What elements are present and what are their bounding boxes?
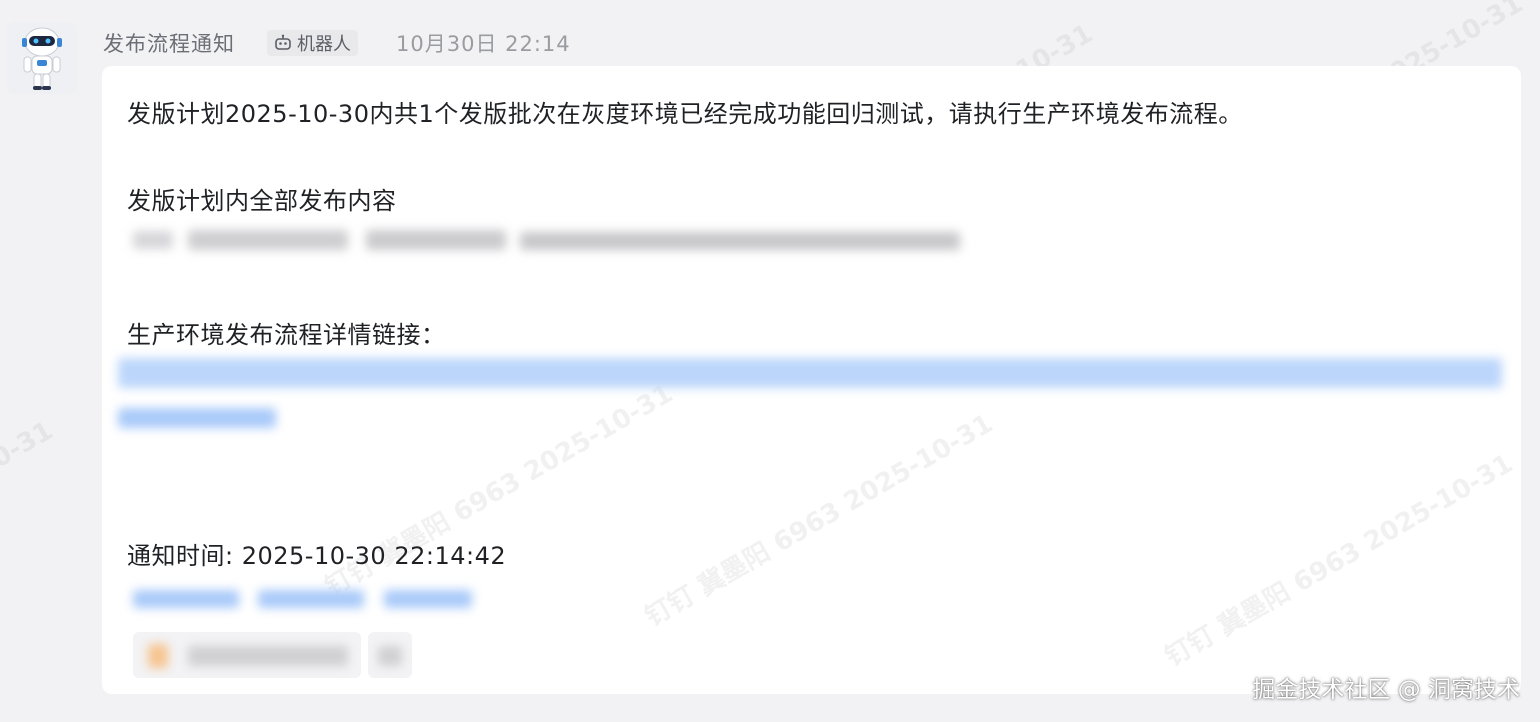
chat-window: 钉钉 冀墨阳 6963 2025-10-31 钉钉 冀墨阳 6963 2025-… [0, 0, 1540, 722]
redacted-content [366, 230, 506, 250]
source-credit: 掘金技术社区 @ 洞窝技术 [1252, 677, 1520, 703]
redacted-content [520, 232, 960, 250]
reaction-chip[interactable] [133, 632, 361, 678]
robot-avatar-icon [7, 22, 77, 94]
reaction-emoji [148, 644, 168, 668]
redacted-mention[interactable] [133, 590, 239, 608]
sender-name[interactable]: 发布流程通知 [103, 28, 235, 58]
robot-badge-label: 机器人 [297, 34, 351, 55]
redacted-reaction [378, 646, 402, 666]
redacted-link[interactable] [118, 358, 1502, 388]
redacted-mention[interactable] [384, 590, 472, 608]
robot-icon [275, 34, 291, 50]
robot-badge: 机器人 [267, 30, 358, 56]
release-content-heading: 发版计划内全部发布内容 [127, 187, 397, 215]
redacted-content [188, 230, 348, 250]
avatar[interactable] [7, 22, 77, 94]
watermark: 0-31 [0, 415, 59, 475]
redacted-content [133, 231, 173, 249]
release-link-heading: 生产环境发布流程详情链接： [127, 321, 446, 349]
notify-time: 通知时间: 2025-10-30 22:14:42 [127, 542, 507, 570]
redacted-link[interactable] [118, 408, 276, 428]
message-header: 发布流程通知 机器人 10月30日 22:14 [103, 28, 571, 58]
reaction-chip[interactable] [368, 632, 412, 678]
redacted-reaction [188, 646, 348, 666]
release-summary-text: 发版计划2025-10-30内共1个发版批次在灰度环境已经完成功能回归测试，请执… [127, 100, 1243, 128]
redacted-mention[interactable] [258, 590, 364, 608]
message-timestamp: 10月30日 22:14 [396, 32, 571, 56]
